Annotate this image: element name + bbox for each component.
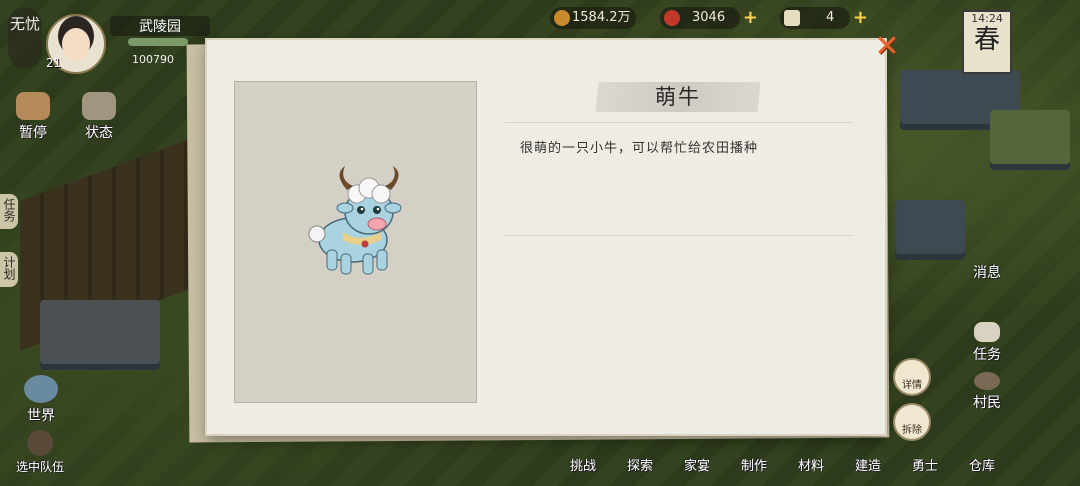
scroll-counter: 4 + [780, 7, 868, 29]
nav-build[interactable]: 建造 [843, 455, 893, 474]
tasks-tab[interactable]: 任务 [0, 194, 18, 229]
nav-label: 材料 [797, 459, 824, 474]
building-roof [895, 200, 965, 260]
divider-top [505, 122, 853, 123]
scroll-value: 4 [826, 10, 835, 25]
season-name: 春 [973, 25, 1000, 55]
item-image-panel [234, 81, 477, 403]
location-name: 武陵园 [110, 16, 210, 36]
details-label: 详情 [902, 380, 922, 391]
team-avatar-icon [27, 430, 53, 456]
messages-button[interactable]: 消息 [962, 262, 1012, 282]
nav-challenge[interactable]: 挑战 [558, 455, 608, 474]
player-level: 21 [46, 56, 62, 70]
item-description: 很萌的一只小牛，可以帮忙给农田播种 [520, 141, 759, 156]
pause-label: 暂停 [19, 125, 47, 141]
close-button[interactable]: ✕ [872, 32, 902, 62]
quests-label: 任务 [973, 347, 1001, 363]
player-stat-value: 100790 [132, 53, 174, 66]
nav-label: 家宴 [683, 459, 710, 474]
world-button[interactable]: 世界 [16, 375, 66, 425]
pause-icon [16, 92, 50, 120]
quest-scroll-icon [974, 322, 1000, 342]
item-title: 萌牛 [655, 85, 701, 109]
nav-materials[interactable]: 材料 [786, 455, 836, 474]
nav-warriors[interactable]: 勇士 [900, 455, 950, 474]
dismantle-button[interactable]: 拆除 [893, 403, 931, 441]
divider-bottom [505, 235, 853, 236]
select-team-button[interactable]: 选中队伍 [10, 430, 70, 475]
player-status-tag[interactable]: 无忧 [8, 8, 42, 68]
tasks-tab-label: 任务 [2, 198, 16, 222]
nav-label: 挑战 [569, 459, 596, 474]
plan-tab[interactable]: 计划 [0, 252, 18, 287]
status-button[interactable]: 状态 [74, 92, 124, 142]
add-gems-button[interactable]: + [743, 7, 758, 29]
nav-label: 勇士 [911, 459, 938, 474]
close-icon: ✕ [874, 29, 900, 64]
gem-icon [664, 10, 680, 26]
player-stat-bar [128, 38, 188, 46]
top-hud: 无忧 21 武陵园 100790 1584.2万 3046 + 4 + 14:2… [0, 0, 1080, 74]
gem-value: 3046 [692, 10, 726, 25]
nav-explore[interactable]: 探索 [615, 455, 665, 474]
nav-label: 制作 [740, 459, 767, 474]
building-roof [990, 110, 1070, 170]
season-clock[interactable]: 14:24 春 [962, 10, 1012, 74]
nav-banquet[interactable]: 家宴 [672, 455, 722, 474]
status-label: 状态 [85, 125, 113, 141]
item-detail-modal: 萌牛 很萌的一只小牛，可以帮忙给农田播种 [207, 40, 885, 434]
nav-label: 建造 [854, 459, 881, 474]
scroll-icon [784, 10, 800, 26]
gem-counter: 3046 + [660, 7, 758, 29]
plan-tab-label: 计划 [2, 256, 16, 280]
villagers-button[interactable]: 村民 [962, 372, 1012, 412]
details-button[interactable]: 详情 [893, 358, 931, 396]
nav-craft[interactable]: 制作 [729, 455, 779, 474]
quests-button[interactable]: 任务 [962, 322, 1012, 364]
pause-button[interactable]: 暂停 [8, 92, 58, 142]
clock-time: 14:24 [971, 12, 1003, 25]
status-tag-text: 无忧 [9, 15, 40, 33]
world-icon [24, 375, 58, 403]
select-team-label: 选中队伍 [15, 460, 64, 474]
nav-warehouse[interactable]: 仓库 [957, 455, 1007, 474]
add-scrolls-button[interactable]: + [853, 7, 868, 29]
villagers-label: 村民 [973, 395, 1001, 411]
nav-label: 仓库 [968, 459, 995, 474]
copper-counter: 1584.2万 [550, 7, 636, 29]
building-roof [40, 300, 160, 370]
copper-value: 1584.2万 [572, 10, 631, 25]
coin-icon [554, 10, 570, 26]
status-icon [82, 92, 116, 120]
messages-label: 消息 [973, 265, 1001, 281]
cute-calf-image [308, 166, 402, 275]
villager-icon [974, 372, 1000, 390]
dismantle-label: 拆除 [902, 425, 922, 436]
nav-label: 探索 [626, 459, 653, 474]
world-label: 世界 [27, 408, 55, 424]
avatar-face [62, 28, 90, 60]
